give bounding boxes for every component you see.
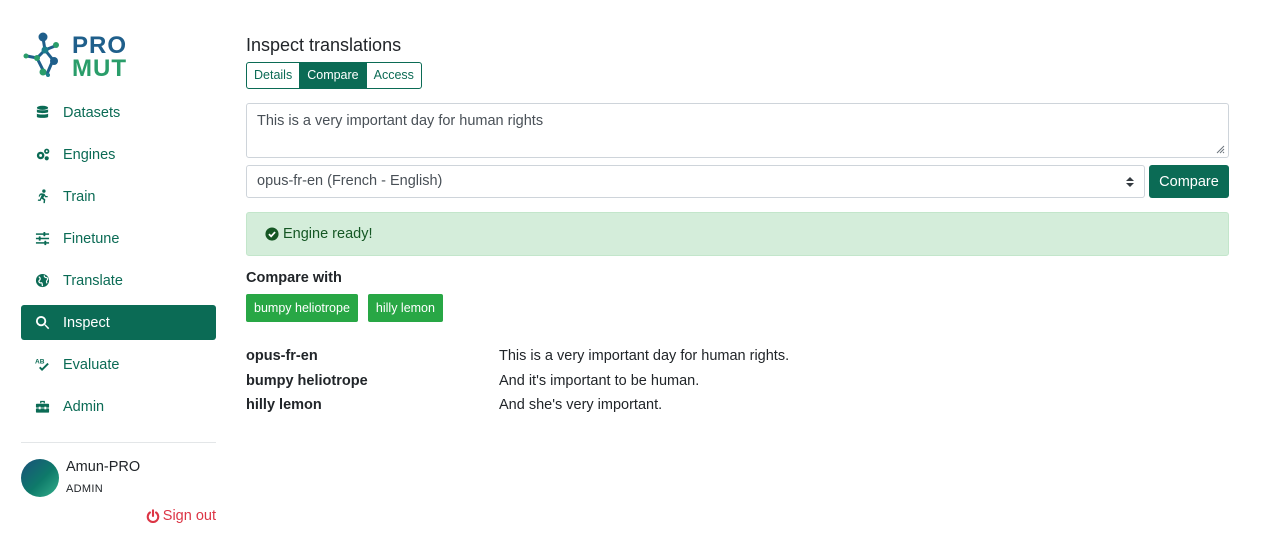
user-name: Amun-PRO: [66, 459, 141, 475]
logo-network-icon: [23, 32, 59, 77]
sign-out-link[interactable]: Sign out: [146, 508, 216, 524]
translation-results: opus-fr-en This is a very important day …: [246, 344, 1229, 418]
check-circle-icon: [265, 227, 279, 241]
result-translation: This is a very important day for human r…: [499, 348, 790, 365]
result-row: bumpy heliotrope And it's important to b…: [246, 369, 1229, 394]
sidebar-nav: Datasets Engines Train Finetune Translat…: [21, 95, 216, 431]
tab-details[interactable]: Details: [246, 62, 301, 89]
toolbox-icon: [34, 399, 50, 415]
source-text-value: This is a very important day for human r…: [257, 113, 544, 129]
user-panel: Amun-PRO ADMIN: [21, 459, 216, 499]
sidebar-item-label: Datasets: [63, 104, 121, 121]
cogs-icon: [34, 147, 50, 163]
running-icon: [34, 189, 50, 205]
sidebar-item-train[interactable]: Train: [21, 179, 216, 214]
sidebar-item-engines[interactable]: Engines: [21, 137, 216, 172]
globe-icon: [34, 273, 50, 289]
compare-engine-chips: bumpy heliotrope hilly lemon: [246, 294, 453, 322]
source-text-input[interactable]: This is a very important day for human r…: [246, 103, 1229, 158]
sidebar-item-datasets[interactable]: Datasets: [21, 95, 216, 130]
result-engine-name: hilly lemon: [246, 397, 322, 414]
sidebar-item-label: Admin: [63, 398, 105, 415]
spell-check-icon: AB: [34, 357, 50, 373]
result-translation: And she's very important.: [499, 397, 663, 414]
power-icon: [146, 509, 160, 523]
engine-select[interactable]: opus-fr-en (French - English): [246, 165, 1145, 198]
page-title: Inspect translations: [246, 35, 402, 55]
compare-chip-bumpy-heliotrope[interactable]: bumpy heliotrope: [246, 294, 358, 322]
user-role: ADMIN: [66, 483, 103, 495]
tab-access[interactable]: Access: [365, 62, 422, 89]
promut-logo[interactable]: PRO MUT: [21, 30, 136, 82]
sidebar-item-finetune[interactable]: Finetune: [21, 221, 216, 256]
sidebar-item-label: Finetune: [63, 230, 120, 247]
tab-compare[interactable]: Compare: [299, 62, 367, 89]
engine-select-value: opus-fr-en (French - English): [257, 173, 443, 189]
result-row: hilly lemon And she's very important.: [246, 393, 1229, 418]
sidebar-item-label: Evaluate: [63, 356, 120, 373]
inspect-tabs: Details Compare Access: [246, 62, 422, 89]
sidebar-item-evaluate[interactable]: AB Evaluate: [21, 347, 216, 382]
logo-line-2: MUT: [72, 55, 127, 82]
search-icon: [34, 315, 50, 331]
svg-text:AB: AB: [35, 359, 45, 366]
result-engine-name: bumpy heliotrope: [246, 372, 368, 389]
sliders-icon: [34, 231, 50, 247]
avatar[interactable]: [21, 459, 59, 497]
sidebar-item-translate[interactable]: Translate: [21, 263, 216, 298]
sidebar-divider: [21, 442, 216, 443]
sidebar: PRO MUT Datasets Engines Train Finetune …: [21, 0, 216, 559]
engine-ready-alert: Engine ready!: [246, 212, 1229, 256]
select-caret-icon: [1126, 177, 1134, 187]
sidebar-item-label: Translate: [63, 272, 123, 289]
sign-out-label: Sign out: [162, 508, 216, 524]
resize-grip-icon[interactable]: [1215, 144, 1225, 154]
compare-button[interactable]: Compare: [1149, 165, 1229, 198]
logo-line-1: PRO: [72, 32, 128, 59]
sidebar-item-inspect[interactable]: Inspect: [21, 305, 216, 340]
database-icon: [34, 105, 50, 121]
alert-text: Engine ready!: [283, 226, 373, 242]
sidebar-item-label: Train: [63, 188, 96, 205]
main-content: Inspect translations Details Compare Acc…: [246, 0, 1229, 559]
compare-with-label: Compare with: [246, 270, 342, 286]
sidebar-item-label: Engines: [63, 146, 116, 163]
result-engine-name: opus-fr-en: [246, 348, 318, 365]
sidebar-item-label: Inspect: [63, 314, 110, 331]
logo-wordmark: PRO MUT: [72, 32, 128, 82]
sidebar-item-admin[interactable]: Admin: [21, 389, 216, 424]
compare-chip-hilly-lemon[interactable]: hilly lemon: [367, 294, 443, 322]
result-row: opus-fr-en This is a very important day …: [246, 344, 1229, 369]
result-translation: And it's important to be human.: [499, 372, 700, 389]
